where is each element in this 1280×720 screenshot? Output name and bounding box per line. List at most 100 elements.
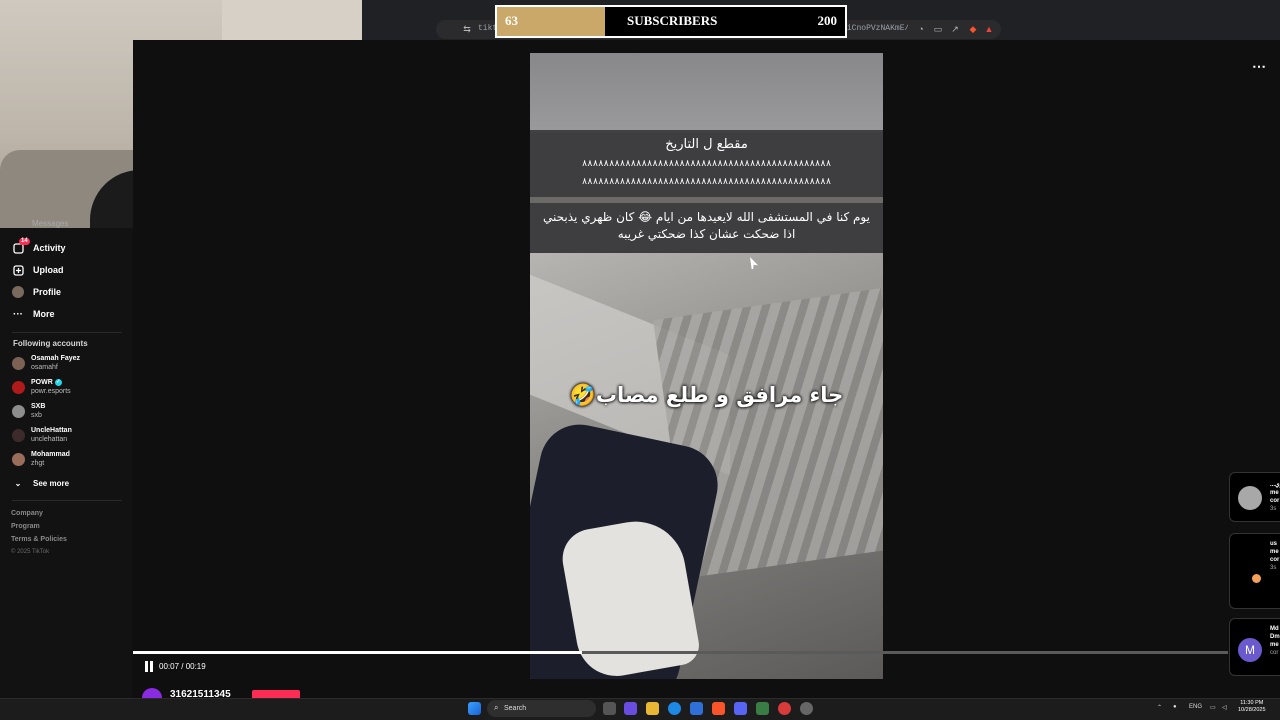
video-frame-top — [530, 53, 883, 133]
account-name: Osamah Fayez — [31, 355, 81, 362]
caption-text: يوم كنا في المستشفى الله لايعيدها من ايا… — [543, 210, 870, 241]
account-handle: osamahf — [31, 364, 58, 371]
subscriber-count: 63 — [505, 13, 518, 28]
caption-title: مقطع ل التاريخ — [665, 137, 748, 152]
taskbar-clock[interactable]: 11:30 PM 10/28/2025 — [1238, 700, 1266, 714]
app-icon[interactable] — [800, 702, 813, 715]
upload-icon — [12, 264, 24, 276]
account-name: UncleHattan — [31, 427, 72, 434]
site-info-icon[interactable]: ⇆ — [462, 24, 472, 34]
pip-icon[interactable]: ▭ — [933, 24, 943, 34]
profile-avatar — [12, 286, 24, 298]
pause-icon[interactable] — [144, 661, 154, 672]
more-dots-icon: ··· — [13, 308, 23, 320]
video-progress-fill — [133, 651, 582, 654]
file-explorer-icon[interactable] — [646, 702, 659, 715]
chevron-down-icon: ⌄ — [14, 478, 22, 488]
account-item[interactable]: Mohammad zhgt — [12, 450, 70, 468]
clock-time: 11:30 PM — [1240, 700, 1264, 706]
network-icon[interactable]: ▭ — [1210, 704, 1216, 711]
language-indicator[interactable]: ENG — [1189, 704, 1202, 710]
subscriber-goal-bar: 63 SUBSCRIBERS 200 — [495, 5, 847, 38]
tray-chevron-icon[interactable]: ⌃ — [1157, 704, 1162, 711]
notification-time: 3s — [1270, 565, 1277, 571]
notification-card[interactable]: ...تري me cor 3s — [1229, 472, 1280, 522]
sidebar-item-label: Upload — [33, 265, 64, 275]
account-handle: sxb — [31, 412, 42, 419]
copyright-text: © 2025 TikTok — [11, 549, 50, 555]
account-name: POWR — [31, 379, 53, 386]
footer-link-company[interactable]: Company — [11, 510, 43, 517]
notification-line: me — [1270, 490, 1279, 496]
clock-date: 10/28/2025 — [1238, 707, 1266, 713]
following-accounts-title: Following accounts — [13, 339, 88, 348]
notification-line: Dm — [1270, 634, 1280, 640]
brave-icon[interactable] — [712, 702, 725, 715]
discord-icon[interactable] — [734, 702, 747, 715]
notification-line: ...تري — [1270, 482, 1280, 488]
obs-icon[interactable] — [778, 702, 791, 715]
subscriber-goal: 200 — [817, 13, 838, 28]
account-name: SXB — [31, 403, 46, 410]
sidebar-divider — [12, 500, 122, 501]
search-icon: ⌕ — [494, 703, 499, 712]
sidebar-item-label: Profile — [33, 287, 62, 297]
taskbar-search[interactable]: Search — [487, 700, 596, 717]
sidebar-item-upload[interactable]: Upload — [12, 264, 64, 276]
account-handle: powr.esports — [31, 388, 71, 395]
footer-link-terms[interactable]: Terms & Policies — [11, 536, 67, 543]
sidebar-item-label: More — [33, 309, 55, 319]
edge-icon[interactable] — [668, 702, 681, 715]
copilot-icon[interactable] — [624, 702, 637, 715]
video-player[interactable]: مقطع ل التاريخ ٨٨٨٨٨٨٨٨٨٨٨٨٨٨٨٨٨٨٨٨٨٨٨٨٨… — [530, 53, 883, 679]
taskbar — [0, 698, 1280, 720]
notification-line: me — [1270, 549, 1279, 555]
sidebar-item-more[interactable]: ··· More — [12, 308, 55, 320]
subscriber-label: SUBSCRIBERS — [627, 13, 718, 28]
brave-rewards-icon[interactable]: ▲ — [984, 24, 994, 34]
notification-line: cor — [1270, 557, 1280, 563]
activity-badge: 14 — [19, 238, 30, 245]
account-item[interactable]: POWR ✓ powr.esports — [12, 378, 71, 396]
video-time: 00:07 / 00:19 — [159, 662, 206, 671]
video-progress-bar[interactable] — [133, 651, 1228, 654]
store-icon[interactable] — [690, 702, 703, 715]
account-avatar — [12, 428, 25, 442]
account-item[interactable]: SXB sxb — [12, 402, 45, 420]
notification-dot — [1252, 574, 1261, 583]
sidebar-item-messages[interactable]: Messages — [32, 219, 68, 228]
excel-icon[interactable] — [756, 702, 769, 715]
activity-icon: 14 — [12, 238, 30, 254]
notification-line: cor — [1270, 498, 1280, 504]
see-more-button[interactable]: ⌄ See more — [12, 477, 69, 489]
task-view-icon[interactable] — [603, 702, 616, 715]
more-options-icon[interactable]: ⋯ — [1252, 58, 1266, 75]
sidebar-item-label: Activity — [33, 243, 66, 253]
account-avatar — [12, 452, 25, 466]
account-item[interactable]: Osamah Fayez osamahf — [12, 354, 80, 372]
brave-shield-icon[interactable]: ◆ — [968, 24, 978, 34]
account-avatar — [12, 380, 25, 394]
account-avatar — [12, 356, 25, 370]
notification-time: 3s — [1270, 506, 1277, 512]
share-icon[interactable]: ↗ — [950, 24, 960, 34]
sidebar-divider — [12, 332, 122, 333]
verified-icon: ✓ — [54, 378, 62, 386]
sidebar-item-activity[interactable]: 14 Activity — [12, 238, 66, 254]
reader-icon[interactable]: ◔ — [916, 24, 926, 34]
caption-line: ٨٨٨٨٨٨٨٨٨٨٨٨٨٨٨٨٨٨٨٨٨٨٨٨٨٨٨٨٨٨٨٨٨٨٨٨٨٨٨٨… — [581, 177, 833, 187]
notification-card[interactable]: M Md Dm me cor — [1229, 618, 1280, 676]
account-item[interactable]: UncleHattan unclehattan — [12, 426, 72, 444]
account-handle: zhgt — [31, 460, 45, 467]
notification-time: cor — [1270, 650, 1279, 656]
windows-start-icon[interactable] — [468, 702, 481, 715]
account-avatar — [12, 404, 25, 418]
footer-link-program[interactable]: Program — [11, 523, 40, 530]
account-handle: unclehattan — [31, 436, 68, 443]
sidebar-item-profile[interactable]: Profile — [12, 286, 61, 298]
notification-card[interactable]: us me cor 3s — [1229, 533, 1280, 609]
notification-line: me — [1270, 642, 1279, 648]
volume-icon[interactable]: ◁ — [1222, 704, 1227, 711]
microphone-icon[interactable]: ● — [1173, 704, 1177, 710]
see-more-label: See more — [33, 478, 70, 488]
